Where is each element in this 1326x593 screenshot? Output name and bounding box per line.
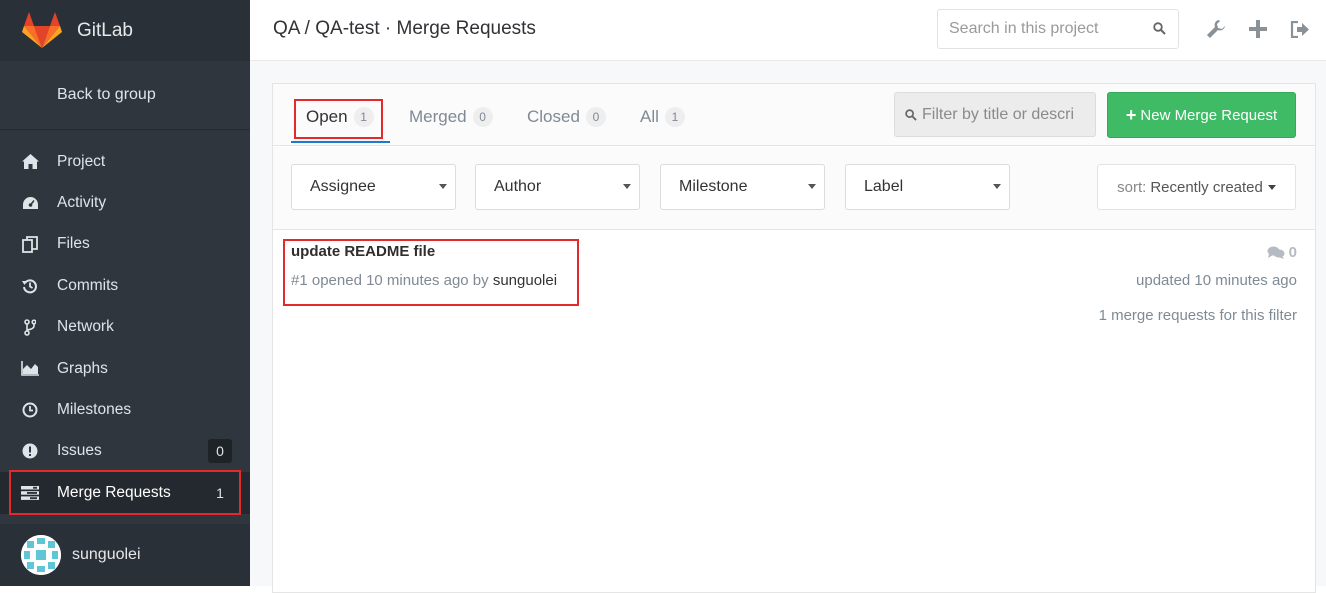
sidebar-item-label: Network [57, 318, 114, 336]
sidebar-item-project[interactable]: Project [0, 141, 250, 182]
notes-count[interactable]: 0 [1267, 244, 1297, 261]
tab-label: Closed [527, 107, 580, 126]
history-icon [21, 277, 39, 295]
sidebar-item-label: Milestones [57, 401, 132, 419]
sign-out-icon[interactable] [1288, 18, 1310, 40]
sidebar-item-label: Commits [57, 276, 119, 294]
sidebar-item-label: Graphs [57, 359, 108, 377]
wrench-icon[interactable] [1205, 18, 1227, 40]
page-title: QA / QA-test · Merge Requests [273, 18, 536, 39]
tab-all[interactable]: All 1 [640, 104, 685, 130]
sidebar-item-label: Project [57, 152, 106, 170]
caret-down-icon [808, 184, 816, 189]
sidebar-item-label: Issues [57, 442, 102, 460]
search-input[interactable]: Search in this project [937, 9, 1179, 49]
back-to-group-link[interactable]: Back to group [0, 61, 250, 130]
tab-count-badge: 0 [472, 107, 493, 127]
plus-icon[interactable] [1247, 18, 1269, 40]
tab-label: Merged [409, 107, 467, 126]
brand-name: GitLab [77, 19, 133, 41]
sidebar-item-files[interactable]: Files [0, 224, 250, 265]
caret-down-icon [993, 184, 1001, 189]
top-header: QA / QA-test · Merge Requests Search in … [250, 0, 1326, 61]
plus-icon: + [1125, 104, 1137, 125]
search-icon [905, 108, 917, 121]
milestone-dropdown[interactable]: Milestone [660, 164, 825, 210]
label-dropdown[interactable]: Label [845, 164, 1010, 210]
sidebar-item-activity[interactable]: Activity [0, 182, 250, 223]
home-icon [21, 153, 39, 171]
highlight-box-merge-request-item [283, 239, 579, 306]
current-user[interactable]: sunguolei [0, 524, 250, 586]
sidebar-item-issues[interactable]: Issues 0 [0, 431, 250, 472]
merge-requests-panel: Open 1 Merged 0 Closed 0 All 1 Filter by… [272, 83, 1316, 593]
search-placeholder: Search in this project [949, 20, 1099, 37]
issues-count-badge: 0 [208, 439, 232, 464]
new-merge-request-label: New Merge Request [1140, 106, 1278, 124]
author-dropdown[interactable]: Author [475, 164, 640, 210]
assignee-dropdown[interactable]: Assignee [291, 164, 456, 210]
state-tabs: Open 1 Merged 0 Closed 0 All 1 Filter by… [273, 84, 1315, 146]
code-fork-icon [21, 318, 39, 336]
exclamation-circle-icon [21, 442, 39, 460]
search-icon [1153, 22, 1166, 40]
dashboard-icon [21, 194, 39, 212]
dropdown-label: Author [494, 178, 542, 195]
tab-closed[interactable]: Closed 0 [527, 104, 606, 130]
sort-dropdown[interactable]: sort: Recently created [1097, 164, 1296, 210]
caret-down-icon [439, 184, 447, 189]
sidebar-item-graphs[interactable]: Graphs [0, 348, 250, 389]
caret-down-icon [623, 184, 631, 189]
gitlab-logo-icon [22, 11, 62, 48]
highlight-box-open-tab [294, 99, 383, 139]
dropdown-label: Milestone [679, 178, 748, 195]
sidebar-nav: Project Activity Files Commits Network G… [0, 141, 250, 514]
caret-down-icon [1267, 184, 1276, 190]
tab-count-badge: 1 [664, 107, 685, 127]
new-merge-request-button[interactable]: + New Merge Request [1107, 92, 1296, 138]
tab-label: All [640, 107, 659, 126]
active-tab-underline [291, 141, 390, 143]
filter-input[interactable]: Filter by title or descri [894, 92, 1096, 137]
filter-placeholder: Filter by title or descri [922, 105, 1075, 123]
sidebar-item-label: Activity [57, 194, 107, 212]
sort-value: Recently created [1150, 178, 1263, 196]
tab-merged[interactable]: Merged 0 [409, 104, 493, 130]
result-count: 1 merge requests for this filter [1098, 307, 1297, 324]
merge-request-updated: updated 10 minutes ago [1136, 272, 1297, 289]
sidebar-item-commits[interactable]: Commits [0, 265, 250, 306]
dropdown-label: Label [864, 178, 904, 195]
files-icon [21, 235, 39, 253]
area-chart-icon [21, 360, 39, 378]
highlight-box-sidebar-merge-requests [9, 470, 241, 515]
sidebar-item-milestones[interactable]: Milestones [0, 389, 250, 430]
sidebar-item-label: Files [57, 235, 90, 253]
notes-count-value: 0 [1288, 244, 1297, 261]
user-name: sunguolei [72, 546, 141, 563]
filter-dropdowns: Assignee Author Milestone Label sort: Re… [273, 147, 1315, 230]
comments-icon [1267, 246, 1285, 260]
sidebar-item-network[interactable]: Network [0, 307, 250, 348]
dropdown-label: Assignee [310, 178, 376, 195]
avatar[interactable] [21, 535, 61, 575]
sort-label: sort: [1117, 178, 1147, 196]
brand[interactable]: GitLab [0, 0, 250, 61]
clock-icon [21, 401, 39, 419]
tab-count-badge: 0 [585, 107, 606, 127]
